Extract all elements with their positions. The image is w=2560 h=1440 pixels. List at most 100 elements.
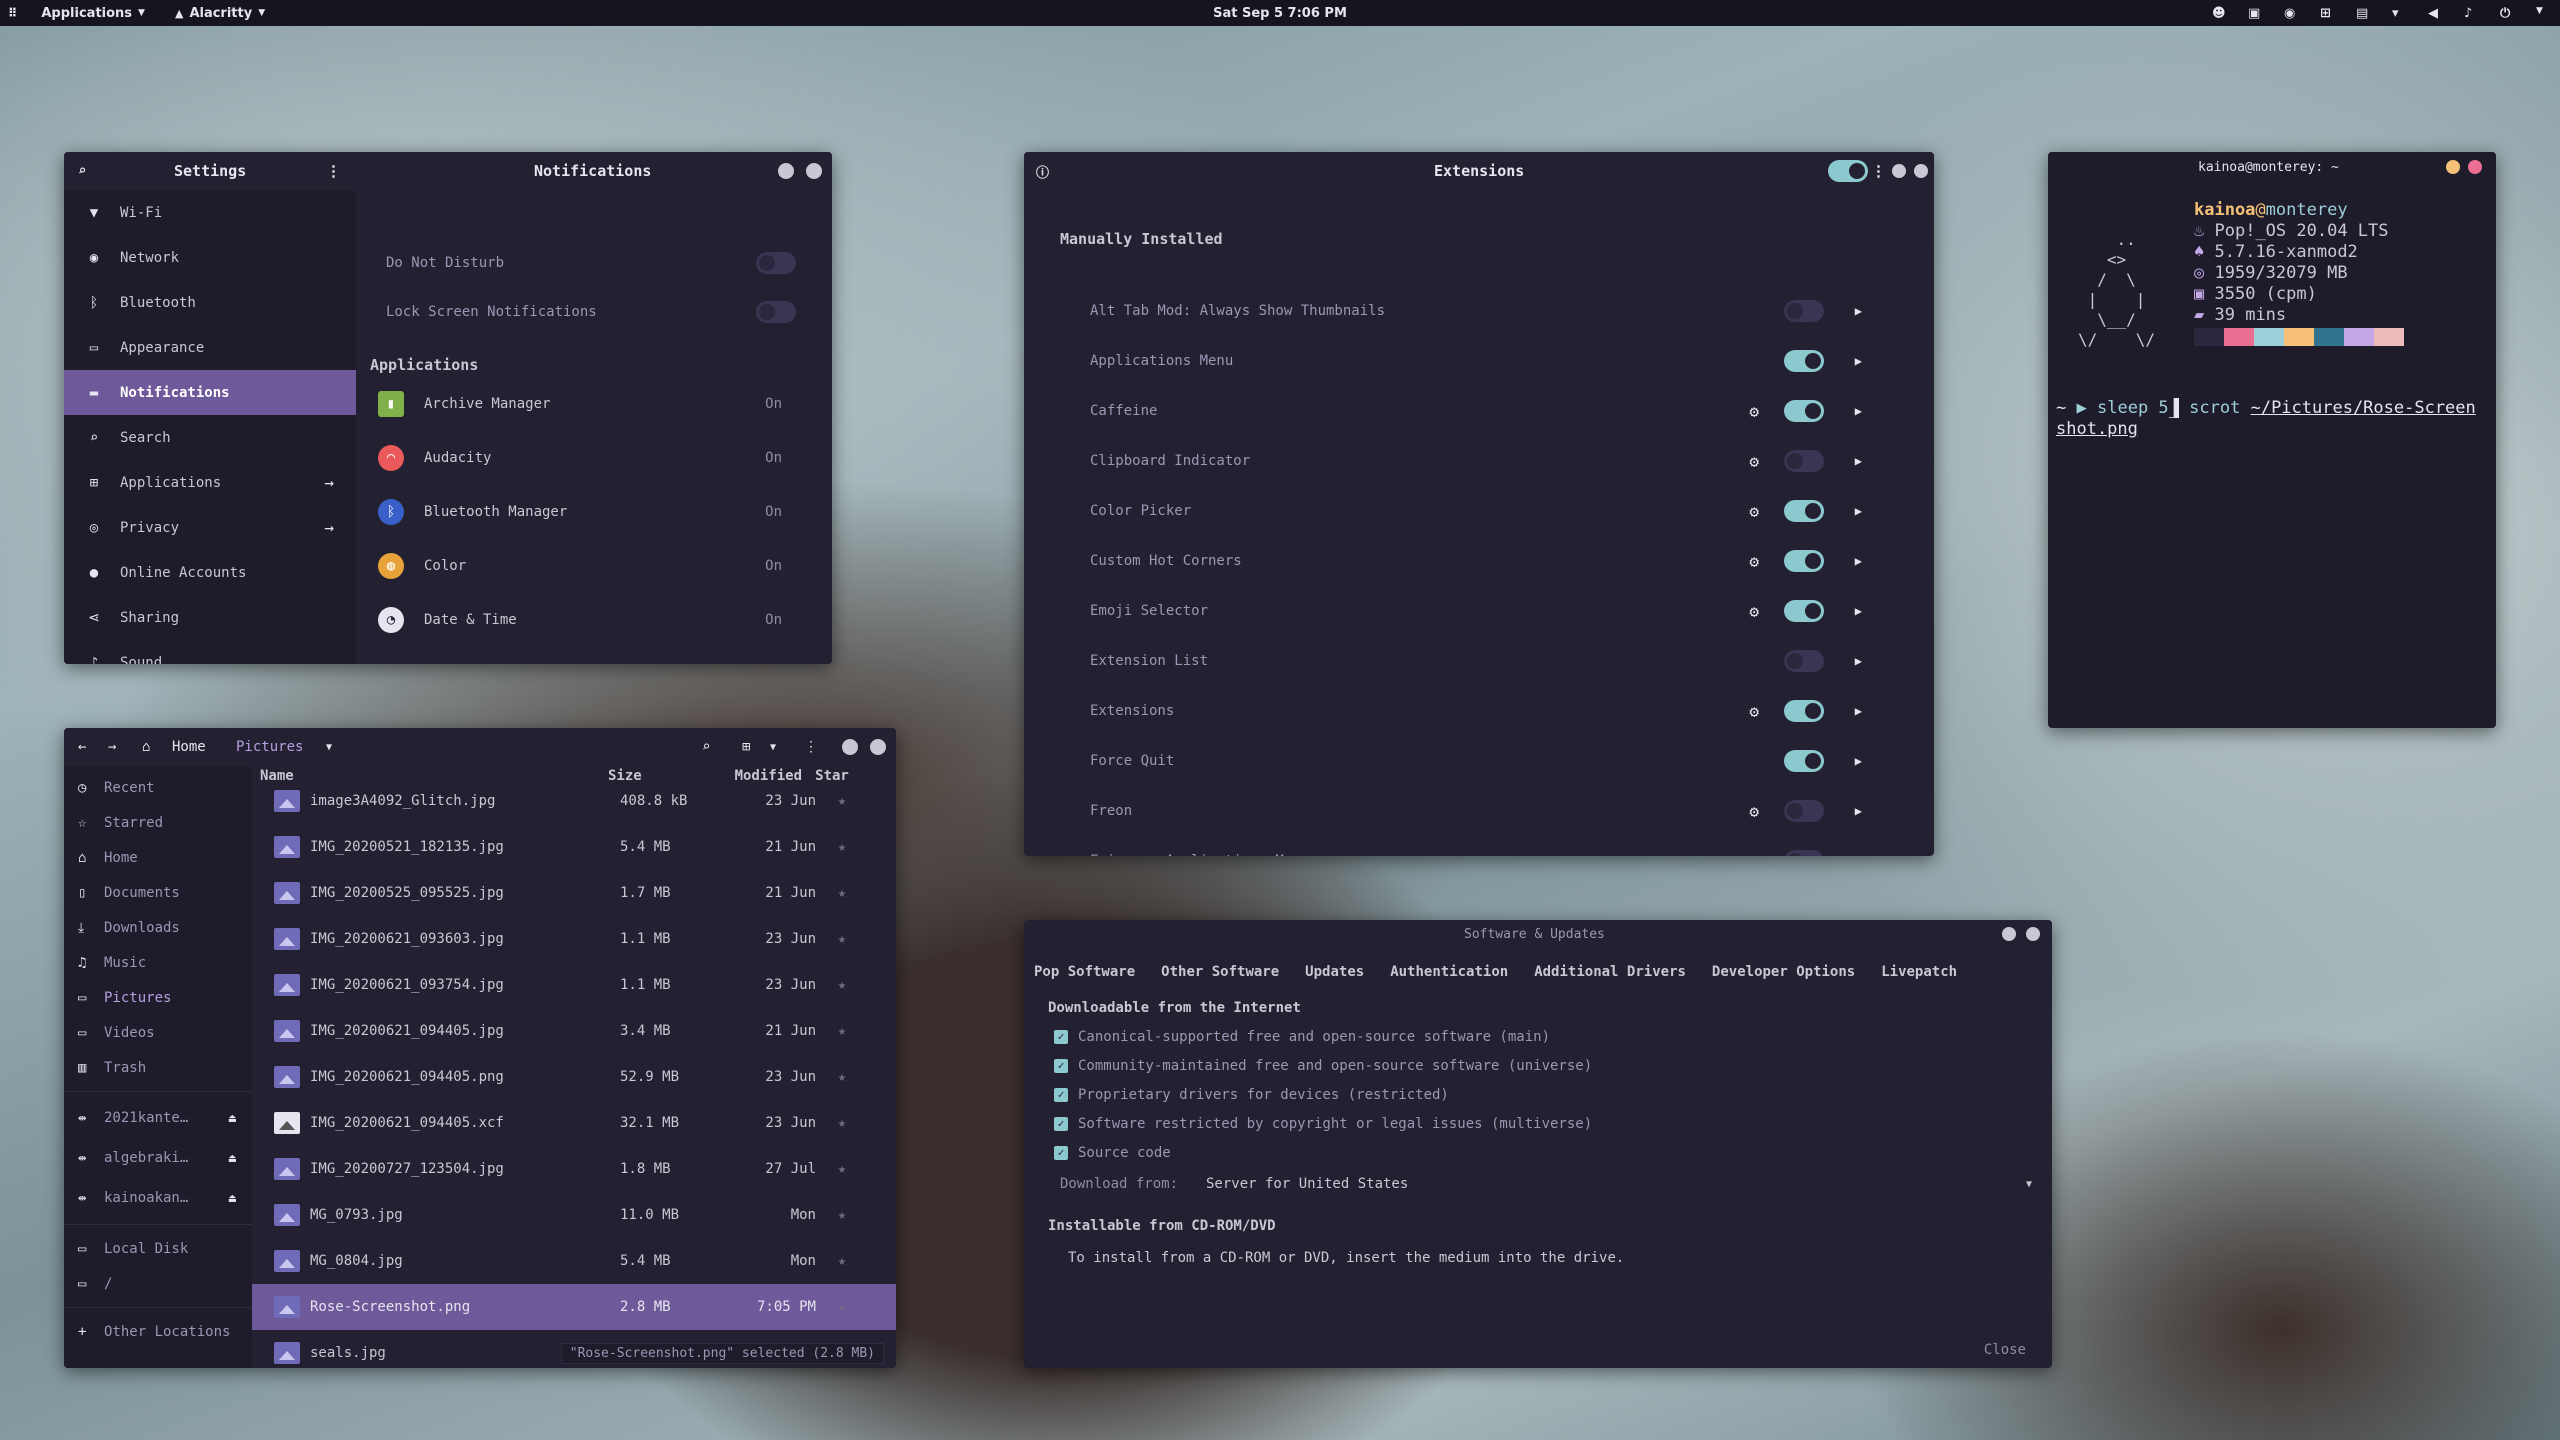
file-row[interactable]: MG_0804.jpg 5.4 MB Mon ★	[252, 1238, 896, 1284]
chevron-right-icon[interactable]: ▶	[1855, 554, 1862, 568]
extension-toggle[interactable]	[1784, 300, 1824, 322]
extension-toggle[interactable]	[1784, 800, 1824, 822]
tab-additional-drivers[interactable]: Additional Drivers	[1534, 964, 1686, 980]
tab-authentication[interactable]: Authentication	[1390, 964, 1508, 980]
sidebar-item-documents[interactable]: ▯ Documents	[64, 875, 252, 910]
workspaces-button[interactable]: ⠿	[0, 6, 29, 20]
minimize-button[interactable]	[842, 739, 858, 755]
file-row[interactable]: IMG_20200521_182135.jpg 5.4 MB 21 Jun ★	[252, 824, 896, 870]
sidebar-item-sound[interactable]: ♪ Sound	[64, 640, 356, 665]
sidebar-item-recent[interactable]: ◷ Recent	[64, 770, 252, 805]
chevron-right-icon[interactable]: ▶	[1855, 454, 1862, 468]
extension-toggle[interactable]	[1784, 750, 1824, 772]
checkbox-checked[interactable]: ✓	[1054, 1116, 1068, 1131]
gear-icon[interactable]: ⚙	[1749, 552, 1759, 571]
info-icon[interactable]: ⓘ	[1036, 162, 1049, 181]
sidebar-item-pictures[interactable]: ▭ Pictures	[64, 980, 252, 1015]
lock-screen-row[interactable]: Lock Screen Notifications	[386, 297, 796, 327]
extension-toggle[interactable]	[1784, 700, 1824, 722]
star-icon[interactable]: ★	[816, 1161, 868, 1177]
file-row[interactable]: IMG_20200621_094405.xcf 32.1 MB 23 Jun ★	[252, 1100, 896, 1146]
sidebar-item-notifications[interactable]: ▬ Notifications	[64, 370, 356, 415]
download-server-select[interactable]: Server for United States	[1206, 1176, 2026, 1192]
chevron-down-icon[interactable]: ▼	[2026, 1179, 2032, 1190]
extension-row[interactable]: Extensions ⚙ ▶	[1024, 686, 1934, 736]
sidebar-item-sharing[interactable]: ⋖ Sharing	[64, 595, 356, 640]
sidebar-item-network[interactable]: ◉ Network	[64, 235, 356, 280]
file-row[interactable]: Rose-Screenshot.png 2.8 MB 7:05 PM ★	[252, 1284, 896, 1330]
sidebar-item-wi-fi[interactable]: ▼ Wi-Fi	[64, 190, 356, 235]
source-checkbox-row[interactable]: ✓ Community-maintained free and open-sour…	[1024, 1051, 1914, 1080]
file-row[interactable]: IMG_20200621_094405.jpg 3.4 MB 21 Jun ★	[252, 1008, 896, 1054]
sidebar-item-bluetooth[interactable]: ᛒ Bluetooth	[64, 280, 356, 325]
gear-icon[interactable]: ⚙	[1749, 852, 1759, 857]
sidebar-device[interactable]: ⇹ kainoakan… ⏏	[64, 1178, 252, 1218]
view-grid-icon[interactable]: ⊞	[742, 739, 750, 755]
chevron-right-icon[interactable]: ▶	[1855, 854, 1862, 856]
gear-icon[interactable]: ⚙	[1749, 402, 1759, 421]
sidebar-item-appearance[interactable]: ▭ Appearance	[64, 325, 356, 370]
app-row-color[interactable]: ◍ Color On	[378, 546, 782, 586]
checkbox-checked[interactable]: ✓	[1054, 1029, 1068, 1044]
tab-updates[interactable]: Updates	[1305, 964, 1364, 980]
wifi-icon[interactable]: ▾	[2392, 6, 2406, 21]
close-button[interactable]	[2468, 160, 2482, 174]
sidebar-item-trash[interactable]: ▥ Trash	[64, 1050, 252, 1085]
chevron-down-icon[interactable]: ▼	[326, 742, 332, 753]
gear-icon[interactable]: ⚙	[1749, 502, 1759, 521]
terminal-output[interactable]: .. <> / \ | | \__/ \/ \/ kainoa@monterey…	[2056, 182, 2488, 728]
extension-toggle[interactable]	[1784, 500, 1824, 522]
chevron-right-icon[interactable]: ▶	[1855, 304, 1862, 318]
breadcrumb-home[interactable]: Home	[172, 739, 206, 755]
minimize-button[interactable]	[2002, 927, 2016, 941]
extension-row[interactable]: Emoji Selector ⚙ ▶	[1024, 586, 1934, 636]
menu-icon[interactable]: ⋮	[1871, 162, 1886, 180]
breadcrumb-current[interactable]: Pictures	[236, 739, 303, 755]
minimize-button[interactable]	[778, 163, 794, 179]
sidebar-local[interactable]: ▭ Local Disk	[64, 1231, 252, 1266]
file-row[interactable]: IMG_20200621_094405.png 52.9 MB 23 Jun ★	[252, 1054, 896, 1100]
extension-row[interactable]: Freon ⚙ ▶	[1024, 786, 1934, 836]
source-checkbox-row[interactable]: ✓ Proprietary drivers for devices (restri…	[1024, 1080, 1914, 1109]
close-button[interactable]	[806, 163, 822, 179]
star-icon[interactable]: ★	[816, 885, 868, 901]
volume-icon[interactable]: ◀	[2428, 6, 2442, 21]
extensions-master-toggle[interactable]	[1828, 160, 1868, 182]
do-not-disturb-row[interactable]: Do Not Disturb	[386, 248, 796, 278]
search-icon[interactable]: ⌕	[78, 163, 86, 179]
checkbox-checked[interactable]: ✓	[1054, 1058, 1068, 1073]
source-checkbox-row[interactable]: ✓ Software restricted by copyright or leg…	[1024, 1109, 1914, 1138]
sidebar-local[interactable]: ▭ /	[64, 1266, 252, 1301]
star-icon[interactable]: ★	[816, 839, 868, 855]
extension-toggle[interactable]	[1784, 550, 1824, 572]
extension-toggle[interactable]	[1784, 850, 1824, 856]
star-icon[interactable]: ★	[816, 1253, 868, 1269]
extension-toggle[interactable]	[1784, 650, 1824, 672]
do-not-disturb-toggle[interactable]	[756, 252, 796, 274]
clipboard-icon[interactable]: ▣	[2248, 6, 2262, 21]
source-checkbox-row[interactable]: ✓ Canonical-supported free and open-sourc…	[1024, 1022, 1914, 1051]
sidebar-other-locations[interactable]: + Other Locations	[64, 1314, 252, 1349]
chevron-right-icon[interactable]: ▶	[1855, 654, 1862, 668]
chevron-right-icon[interactable]: ▶	[1855, 754, 1862, 768]
extension-toggle[interactable]	[1784, 450, 1824, 472]
chevron-down-icon[interactable]: ▼	[770, 742, 776, 753]
home-icon[interactable]: ⌂	[142, 739, 150, 755]
lock-screen-toggle[interactable]	[756, 301, 796, 323]
grid-menu-icon[interactable]: ⊞	[2320, 6, 2334, 21]
file-row[interactable]: image3A4092_Glitch.jpg 408.8 kB 23 Jun ★	[252, 778, 896, 824]
star-icon[interactable]: ★	[816, 793, 868, 809]
active-app-menu[interactable]: ▲ Alacritty ▼	[157, 6, 277, 21]
gear-icon[interactable]: ⚙	[1749, 702, 1759, 721]
star-icon[interactable]: ★	[816, 1069, 868, 1085]
gear-icon[interactable]: ⚙	[1749, 802, 1759, 821]
emoji-icon[interactable]: ☻	[2212, 6, 2226, 21]
close-button[interactable]	[870, 739, 886, 755]
checkbox-checked[interactable]: ✓	[1054, 1087, 1068, 1102]
extension-row[interactable]: Color Picker ⚙ ▶	[1024, 486, 1934, 536]
chevron-right-icon[interactable]: ▶	[1855, 604, 1862, 618]
file-row[interactable]: IMG_20200621_093603.jpg 1.1 MB 23 Jun ★	[252, 916, 896, 962]
menu-icon[interactable]: ⋮	[804, 739, 818, 755]
star-icon[interactable]: ★	[816, 1207, 868, 1223]
sidebar-item-search[interactable]: ⌕ Search	[64, 415, 356, 460]
